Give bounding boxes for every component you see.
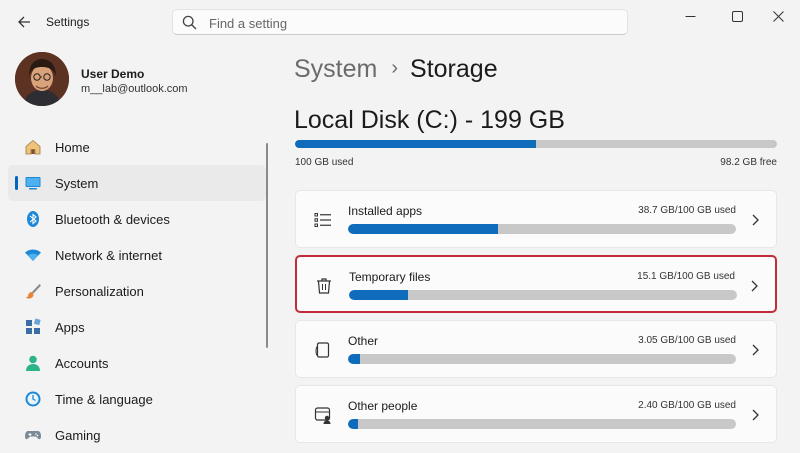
storage-category-other[interactable]: Other 3.05 GB/100 GB used <box>295 320 777 378</box>
sidebar-item-label: Gaming <box>55 428 101 443</box>
category-usage-bar <box>349 290 737 300</box>
disk-usage-fill <box>295 140 536 148</box>
user-name: User Demo <box>81 67 145 81</box>
sidebar-item-network[interactable]: Network & internet <box>8 237 266 273</box>
category-size: 38.7 GB/100 GB used <box>638 205 736 216</box>
sidebar-item-bluetooth[interactable]: Bluetooth & devices <box>8 201 266 237</box>
disk-used-label: 100 GB used <box>295 157 354 168</box>
close-icon <box>772 10 784 22</box>
sidebar-item-label: Bluetooth & devices <box>55 212 170 227</box>
sidebar-item-system[interactable]: System <box>8 165 266 201</box>
chevron-right-icon <box>752 344 759 356</box>
page-title: Storage <box>410 55 498 83</box>
avatar <box>15 52 69 106</box>
sidebar-item-personalization[interactable]: Personalization <box>8 273 266 309</box>
category-usage-fill <box>349 290 408 300</box>
sidebar-item-label: Personalization <box>55 284 144 299</box>
category-size: 3.05 GB/100 GB used <box>638 335 736 346</box>
category-name: Other <box>348 334 379 348</box>
globe-clock-icon <box>25 391 41 407</box>
sidebar-item-label: System <box>55 176 99 191</box>
trash-icon <box>317 278 331 294</box>
close-button[interactable] <box>760 4 796 28</box>
category-usage-bar <box>348 224 736 234</box>
sidebar-item-apps[interactable]: Apps <box>8 309 266 345</box>
search-box[interactable] <box>172 9 628 35</box>
home-icon <box>25 139 41 155</box>
app-title: Settings <box>46 15 90 29</box>
search-icon <box>182 15 197 30</box>
category-name: Other people <box>348 399 418 413</box>
chevron-right-icon <box>752 214 759 226</box>
breadcrumb-separator: › <box>391 57 399 79</box>
sidebar-scrollbar[interactable] <box>266 143 268 348</box>
avatar-image <box>15 52 69 106</box>
minimize-button[interactable] <box>672 4 708 28</box>
paintbrush-icon <box>25 284 41 299</box>
title-bar: Settings <box>0 0 800 44</box>
category-usage-fill <box>348 419 358 429</box>
breadcrumb-parent-system[interactable]: System <box>294 55 377 83</box>
wifi-icon <box>25 249 41 261</box>
sidebar-item-home[interactable]: Home <box>8 129 266 165</box>
gamepad-icon <box>25 431 41 440</box>
category-size: 2.40 GB/100 GB used <box>638 400 736 411</box>
sidebar-item-label: Time & language <box>55 392 153 407</box>
maximize-button[interactable] <box>719 4 755 28</box>
sidebar-item-label: Home <box>55 140 90 155</box>
sidebar-item-accounts[interactable]: Accounts <box>8 345 266 381</box>
category-usage-fill <box>348 224 499 234</box>
minimize-icon <box>685 15 695 17</box>
category-usage-fill <box>348 354 360 364</box>
storage-category-temporary-files[interactable]: Temporary files 15.1 GB/100 GB used <box>295 255 777 313</box>
sidebar-item-time-language[interactable]: Time & language <box>8 381 266 417</box>
sidebar-item-label: Accounts <box>55 356 109 371</box>
category-size: 15.1 GB/100 GB used <box>637 271 735 282</box>
maximize-icon <box>731 10 743 22</box>
category-usage-bar <box>348 419 736 429</box>
chevron-right-icon <box>751 280 758 292</box>
category-name: Temporary files <box>349 270 431 284</box>
sidebar-nav: Home System Bluetooth & devices Network … <box>8 129 266 453</box>
back-arrow-icon <box>18 16 30 28</box>
list-icon <box>314 213 331 227</box>
category-name: Installed apps <box>348 204 423 218</box>
breadcrumb: System › Storage <box>294 55 498 84</box>
chevron-right-icon <box>752 409 759 421</box>
user-email: m__lab@outlook.com <box>81 83 188 95</box>
category-usage-bar <box>348 354 736 364</box>
document-icon <box>315 342 330 358</box>
storage-category-installed-apps[interactable]: Installed apps 38.7 GB/100 GB used <box>295 190 777 248</box>
sidebar-item-label: Network & internet <box>55 248 162 263</box>
disk-usage-bar <box>295 140 777 148</box>
disk-free-label: 98.2 GB free <box>720 157 777 168</box>
person-icon <box>26 355 40 371</box>
sidebar-item-gaming[interactable]: Gaming <box>8 417 266 453</box>
storage-category-other-people[interactable]: Other people 2.40 GB/100 GB used <box>295 385 777 443</box>
apps-icon <box>26 318 41 334</box>
system-monitor-icon <box>25 177 41 190</box>
sidebar-item-label: Apps <box>55 320 85 335</box>
people-icon <box>314 407 331 424</box>
disk-title: Local Disk (C:) - 199 GB <box>294 106 565 134</box>
search-input[interactable] <box>207 13 611 33</box>
bluetooth-icon <box>27 211 39 227</box>
back-button[interactable] <box>10 8 38 36</box>
